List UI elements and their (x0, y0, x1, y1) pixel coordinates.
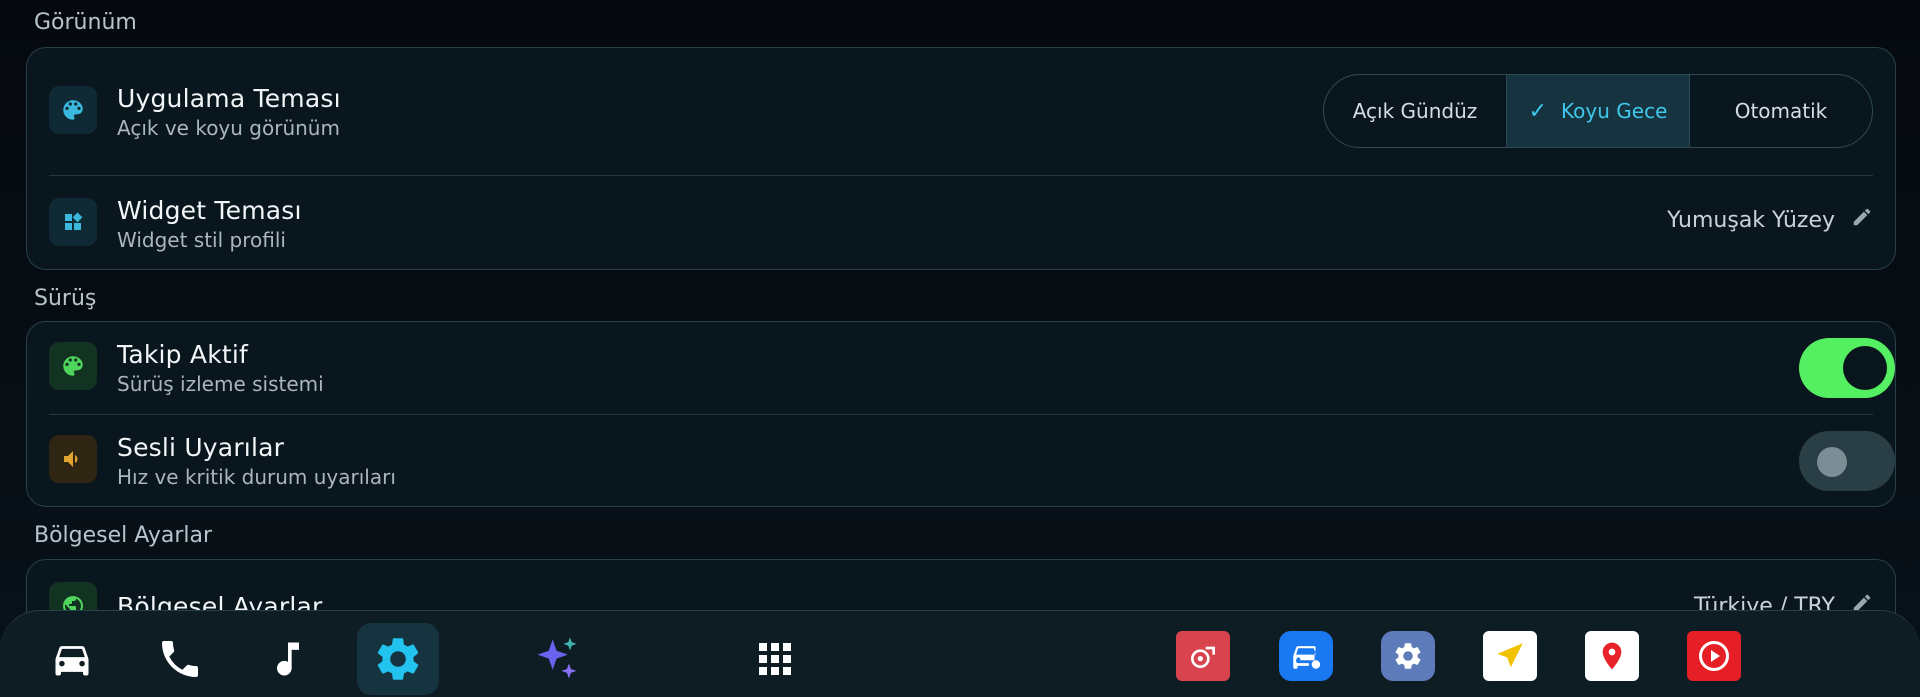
widget-theme-title: Widget Teması (117, 196, 302, 225)
bottom-dock (0, 610, 1920, 697)
settings-gear-icon[interactable] (357, 623, 439, 695)
widget-theme-value[interactable]: Yumuşak Yüzey (1667, 206, 1873, 234)
tracking-subtitle: Sürüş izleme sistemi (117, 372, 324, 396)
toggle-knob (1817, 447, 1847, 477)
app-theme-subtitle: Açık ve koyu görünüm (117, 116, 340, 140)
video-play-app-icon[interactable] (1687, 631, 1741, 681)
audio-alerts-row: Sesli Uyarılar Hız ve kritik durum uyarı… (27, 415, 1895, 508)
edit-pencil-icon (1851, 206, 1873, 234)
audio-alerts-toggle[interactable] (1799, 431, 1895, 491)
system-settings-app-icon[interactable] (1381, 631, 1435, 681)
widget-theme-row[interactable]: Widget Teması Widget stil profili Yumuşa… (27, 176, 1895, 271)
theme-option-dark-label: Koyu Gece (1561, 99, 1668, 123)
theme-option-light[interactable]: Açık Gündüz (1324, 75, 1506, 147)
palette-icon (49, 86, 97, 134)
widget-theme-value-text: Yumuşak Yüzey (1667, 207, 1835, 233)
tracking-row: Takip Aktif Sürüş izleme sistemi (27, 322, 1895, 412)
app-grid-icon[interactable] (734, 623, 816, 695)
appearance-card: Uygulama Teması Açık ve koyu görünüm Açı… (26, 47, 1896, 270)
tracking-title: Takip Aktif (117, 340, 249, 369)
widgets-icon (49, 198, 97, 246)
check-icon: ✓ (1528, 98, 1548, 124)
theme-option-auto[interactable]: Otomatik (1689, 75, 1872, 147)
widget-theme-subtitle: Widget stil profili (117, 228, 286, 252)
palette-icon (49, 342, 97, 390)
section-title-driving: Sürüş (34, 286, 97, 311)
settings-screen: Görünüm Uygulama Teması Açık ve koyu gör… (0, 0, 1920, 697)
audio-alerts-subtitle: Hız ve kritik durum uyarıları (117, 465, 396, 489)
car-icon[interactable] (31, 623, 113, 695)
section-title-regional: Bölgesel Ayarlar (34, 523, 213, 548)
phone-icon[interactable] (139, 623, 221, 695)
sparkle-ai-icon[interactable] (516, 623, 598, 695)
theme-option-dark[interactable]: ✓ Koyu Gece (1506, 75, 1689, 147)
theme-segmented-control: Açık Gündüz ✓ Koyu Gece Otomatik (1323, 74, 1873, 148)
section-title-appearance: Görünüm (34, 10, 137, 35)
tracking-toggle[interactable] (1799, 338, 1895, 398)
audio-alerts-title: Sesli Uyarılar (117, 433, 285, 462)
app-theme-row: Uygulama Teması Açık ve koyu görünüm Açı… (27, 48, 1895, 172)
music-note-icon[interactable] (247, 623, 329, 695)
turbo-app-icon[interactable] (1176, 631, 1230, 681)
driving-card: Takip Aktif Sürüş izleme sistemi Sesli U… (26, 321, 1896, 507)
app-theme-title: Uygulama Teması (117, 84, 341, 113)
car-service-app-icon[interactable] (1279, 631, 1333, 681)
speaker-icon (49, 435, 97, 483)
toggle-knob (1843, 346, 1887, 390)
navigation-arrow-app-icon[interactable] (1483, 631, 1537, 681)
maps-pin-app-icon[interactable] (1585, 631, 1639, 681)
